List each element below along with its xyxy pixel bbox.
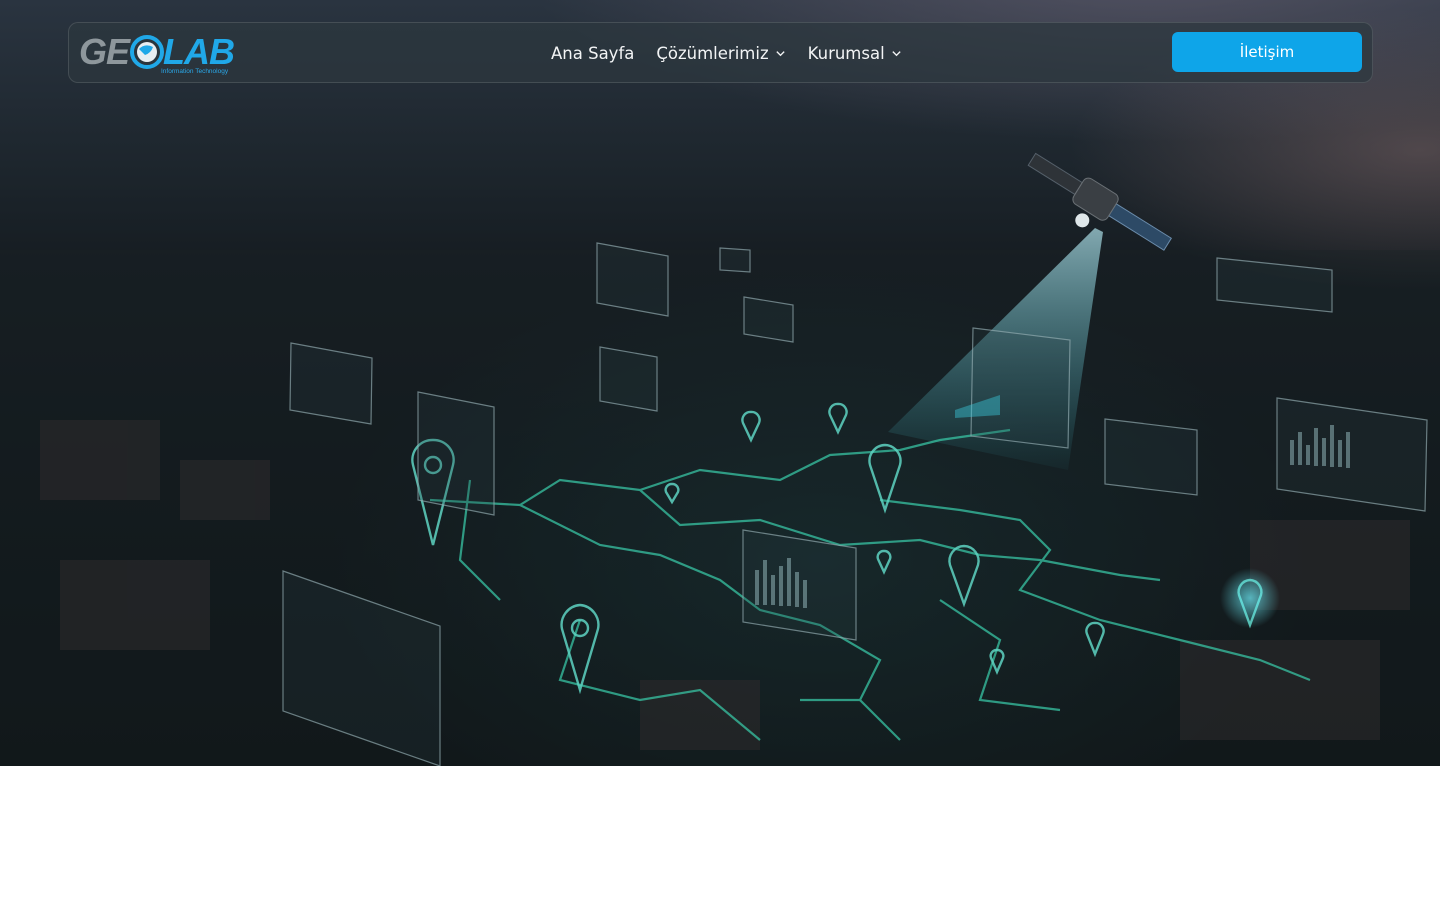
nav-item-label: Kurumsal <box>807 44 885 63</box>
nav-item-kurumsal[interactable]: Kurumsal <box>808 44 902 63</box>
logo-text-ge: GE <box>79 31 130 72</box>
contact-button[interactable]: İletişim <box>1172 32 1362 72</box>
page-body-blank <box>0 766 1440 900</box>
nav-item-cozumlerimiz[interactable]: Çözümlerimiz <box>656 44 785 63</box>
globe-icon <box>130 35 164 69</box>
nav-item-label: Ana Sayfa <box>551 44 635 63</box>
chevron-down-icon <box>775 51 785 57</box>
chevron-down-icon <box>892 51 901 57</box>
hero-illustration <box>0 152 1440 766</box>
primary-menu: Ana Sayfa Çözümlerimiz Kurumsal <box>551 23 902 84</box>
geolab-logo[interactable]: GE LAB Information Technology <box>79 29 241 77</box>
nav-item-ana-sayfa[interactable]: Ana Sayfa <box>551 44 634 63</box>
logo-tagline: Information Technology <box>161 68 229 75</box>
nav-item-label: Çözümlerimiz <box>656 44 769 63</box>
hero-banner: GE LAB Information Technology Ana Sayfa Ç… <box>0 0 1440 766</box>
logo-text-lab: LAB <box>163 31 235 72</box>
main-navbar: GE LAB Information Technology Ana Sayfa Ç… <box>68 22 1373 83</box>
